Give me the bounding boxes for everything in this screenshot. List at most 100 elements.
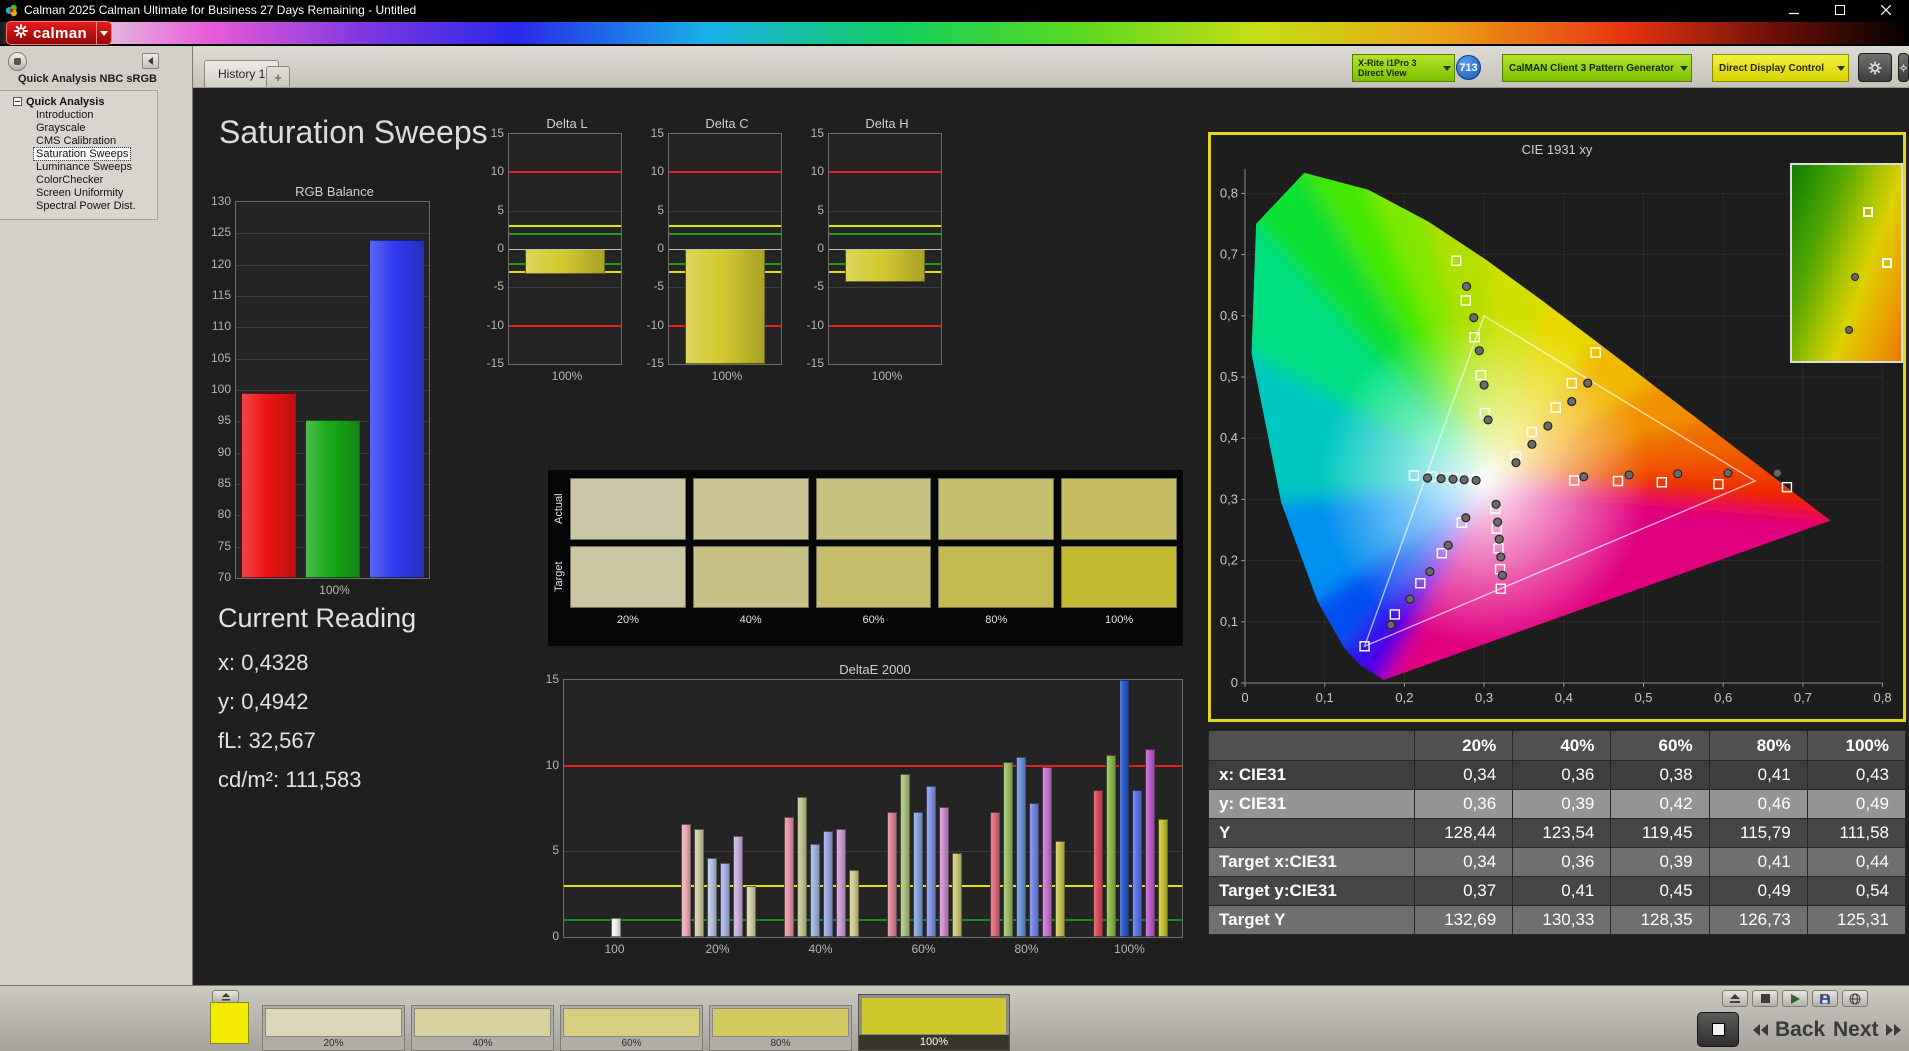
cie-measured-point bbox=[1426, 568, 1434, 576]
chevron-down-icon[interactable] bbox=[1837, 55, 1845, 81]
calman-logo[interactable]: calman bbox=[6, 21, 112, 45]
sidebar-item-saturation-sweeps[interactable]: Saturation Sweeps bbox=[34, 148, 130, 160]
y-tick-label: 0 bbox=[632, 241, 664, 255]
table-cell: 0,49 bbox=[1709, 877, 1807, 906]
sidebar-item-introduction[interactable]: Introduction bbox=[34, 109, 95, 121]
maximize-button[interactable] bbox=[1817, 0, 1863, 20]
table-cell: 0,38 bbox=[1611, 761, 1709, 790]
stop-session-button[interactable] bbox=[1697, 1012, 1739, 1047]
workflow-title: Quick Analysis NBC sRGB bbox=[18, 73, 157, 85]
color-swatch bbox=[1061, 478, 1177, 540]
eject-button[interactable] bbox=[1722, 990, 1748, 1007]
y-tick-label: 70 bbox=[199, 570, 231, 584]
transport-controls bbox=[1722, 990, 1868, 1007]
table-cell: 0,46 bbox=[1709, 790, 1807, 819]
tab-label: History 1 bbox=[218, 67, 265, 81]
color-swatch bbox=[938, 478, 1054, 540]
table-cell: 0,45 bbox=[1611, 877, 1709, 906]
bar bbox=[887, 812, 897, 937]
next-button[interactable]: Next bbox=[1833, 1012, 1902, 1047]
target-swatch-row: Target bbox=[548, 546, 1177, 608]
cie-measured-point bbox=[1449, 475, 1457, 483]
bar bbox=[849, 870, 859, 937]
table-row: Y128,44123,54119,45115,79111,58 bbox=[1209, 819, 1906, 848]
layout-tree: Quick Analysis IntroductionGrayscaleCMS … bbox=[0, 90, 158, 220]
save-button[interactable] bbox=[1812, 990, 1838, 1007]
svg-text:0,7: 0,7 bbox=[1220, 247, 1238, 262]
cie-measured-point bbox=[1584, 379, 1592, 387]
table-cell: 0,34 bbox=[1415, 848, 1513, 877]
logo-dropdown-arrow[interactable] bbox=[96, 22, 111, 44]
reference-line bbox=[509, 325, 621, 327]
svg-text:0: 0 bbox=[1241, 690, 1248, 705]
pattern-level-button-80[interactable]: 80% bbox=[709, 1005, 852, 1051]
settings-button[interactable] bbox=[1858, 53, 1892, 82]
y-tick-label: -10 bbox=[632, 318, 664, 332]
pattern-level-button-60[interactable]: 60% bbox=[560, 1005, 703, 1051]
chart-gridline bbox=[829, 211, 941, 212]
svg-text:0,6: 0,6 bbox=[1714, 690, 1732, 705]
table-row-label: Target Y bbox=[1209, 906, 1415, 935]
sidebar-item-cms-calibration[interactable]: CMS Calibration bbox=[34, 135, 118, 147]
back-button[interactable]: Back bbox=[1752, 1012, 1825, 1047]
sidebar-item-spectral-power-dist-[interactable]: Spectral Power Dist. bbox=[34, 200, 138, 212]
rainbow-gradient bbox=[0, 22, 1909, 44]
y-tick-label: 10 bbox=[632, 164, 664, 178]
sidebar-item-grayscale[interactable]: Grayscale bbox=[34, 122, 88, 134]
bar bbox=[913, 812, 923, 937]
pattern-preview-swatch[interactable] bbox=[210, 1002, 249, 1044]
meter-count-badge: 713 bbox=[1456, 55, 1481, 80]
close-button[interactable] bbox=[1863, 0, 1909, 20]
tab-bar: History 1 + X-Rite i1Pro 3 Direct View 7… bbox=[193, 46, 1909, 88]
workflow-button[interactable] bbox=[8, 52, 27, 71]
meter-name: X-Rite i1Pro 3 bbox=[1358, 58, 1417, 68]
pattern-level-strip: 20%40%60%80%100% bbox=[262, 994, 1010, 1051]
settings-button-partial[interactable] bbox=[1898, 53, 1909, 82]
bar bbox=[241, 393, 296, 578]
add-tab-button[interactable]: + bbox=[266, 66, 290, 87]
table-row: y: CIE310,360,390,420,460,49 bbox=[1209, 790, 1906, 819]
svg-text:0,1: 0,1 bbox=[1316, 690, 1334, 705]
display-control-selector[interactable]: Direct Display Control bbox=[1712, 54, 1849, 82]
reading-cdm2: cd/m²: 111,583 bbox=[218, 767, 416, 793]
table-column-header: 100% bbox=[1807, 731, 1905, 761]
sidebar-item-luminance-sweeps[interactable]: Luminance Sweeps bbox=[34, 161, 134, 173]
pattern-generator-selector[interactable]: CalMAN Client 3 Pattern Generator bbox=[1502, 54, 1692, 82]
pattern-level-button-20[interactable]: 20% bbox=[262, 1005, 405, 1051]
meter-selector[interactable]: X-Rite i1Pro 3 Direct View bbox=[1352, 54, 1455, 82]
x-tick-label: 100% bbox=[1114, 942, 1145, 956]
y-tick-label: 85 bbox=[199, 476, 231, 490]
svg-text:0,7: 0,7 bbox=[1794, 690, 1812, 705]
pattern-level-button-100[interactable]: 100% bbox=[858, 994, 1010, 1051]
svg-text:0,8: 0,8 bbox=[1874, 690, 1892, 705]
table-cell: 0,39 bbox=[1611, 848, 1709, 877]
y-tick-label: -5 bbox=[792, 279, 824, 293]
minimize-button[interactable] bbox=[1771, 0, 1817, 20]
cie-measured-point bbox=[1463, 282, 1471, 290]
table-cell: 0,41 bbox=[1709, 848, 1807, 877]
cie-measured-point bbox=[1492, 500, 1500, 508]
sidebar-collapse-button[interactable] bbox=[142, 53, 159, 69]
table-row: Target Y132,69130,33128,35126,73125,31 bbox=[1209, 906, 1906, 935]
tree-root[interactable]: Quick Analysis bbox=[0, 95, 157, 108]
svg-text:0,5: 0,5 bbox=[1220, 369, 1238, 384]
sidebar-item-colorchecker[interactable]: ColorChecker bbox=[34, 174, 105, 186]
pattern-level-button-40[interactable]: 40% bbox=[411, 1005, 554, 1051]
sidebar-item-screen-uniformity[interactable]: Screen Uniformity bbox=[34, 187, 125, 199]
bar bbox=[1093, 790, 1103, 937]
network-button[interactable] bbox=[1842, 990, 1868, 1007]
table-cell: 128,35 bbox=[1611, 906, 1709, 935]
y-tick-label: 15 bbox=[632, 126, 664, 140]
cie-measured-point bbox=[1580, 473, 1588, 481]
chevron-down-icon[interactable] bbox=[1680, 55, 1688, 81]
bar bbox=[369, 240, 424, 578]
chevron-down-icon[interactable] bbox=[1443, 55, 1451, 81]
svg-text:0,5: 0,5 bbox=[1634, 690, 1652, 705]
bar bbox=[823, 831, 833, 937]
stop-button[interactable] bbox=[1752, 990, 1778, 1007]
cie-measured-point bbox=[1724, 469, 1732, 477]
chart-gridline bbox=[236, 233, 429, 234]
tree-expander-icon[interactable] bbox=[13, 97, 22, 106]
cie-measured-point bbox=[1470, 314, 1478, 322]
play-button[interactable] bbox=[1782, 990, 1808, 1007]
